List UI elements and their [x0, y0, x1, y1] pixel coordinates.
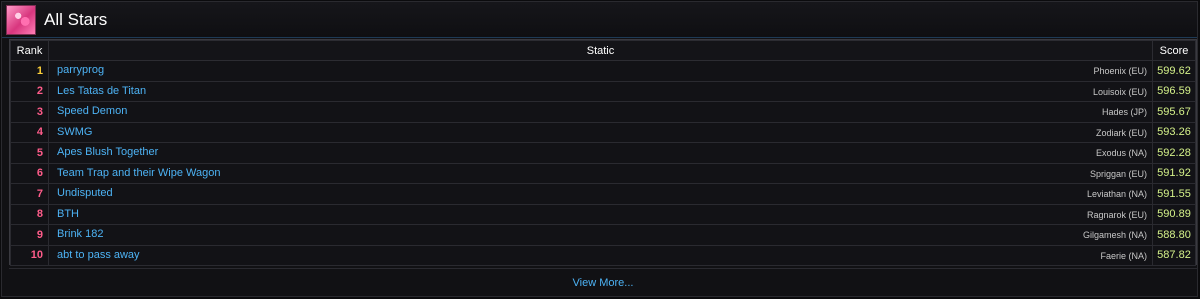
view-more-link[interactable]: View More...: [573, 277, 634, 289]
static-name-link[interactable]: Speed Demon: [57, 105, 127, 117]
table-row[interactable]: 1 parryprog Phoenix (EU) 599.62: [10, 60, 1196, 82]
server-label: Leviathan (NA): [1086, 189, 1147, 199]
score-cell: 591.92: [1152, 162, 1196, 184]
avatar: [6, 5, 36, 35]
server-label: Hades (JP): [1101, 107, 1147, 117]
score-cell: 592.28: [1152, 142, 1196, 164]
server-label: Exodus (NA): [1095, 148, 1147, 158]
column-header-rank[interactable]: Rank: [10, 40, 49, 61]
table-row[interactable]: 5 Apes Blush Together Exodus (NA) 592.28: [10, 142, 1196, 164]
server-label: Gilgamesh (NA): [1082, 230, 1147, 240]
static-cell: Team Trap and their Wipe Wagon Spriggan (…: [48, 162, 1153, 184]
column-header-static[interactable]: Static: [48, 40, 1153, 61]
static-cell: Undisputed Leviathan (NA): [48, 183, 1153, 205]
rank-cell: 6: [10, 162, 49, 184]
rank-cell: 7: [10, 183, 49, 205]
table-footer: View More...: [9, 268, 1197, 297]
static-cell: Apes Blush Together Exodus (NA): [48, 142, 1153, 164]
score-cell: 599.62: [1152, 60, 1196, 82]
static-name-link[interactable]: Les Tatas de Titan: [57, 85, 146, 97]
rank-cell: 1: [10, 60, 49, 82]
server-label: Spriggan (EU): [1089, 168, 1147, 179]
table-row[interactable]: 10 abt to pass away Faerie (NA) 587.82: [10, 244, 1196, 266]
rank-cell: 2: [10, 80, 49, 102]
server-label: Phoenix (EU): [1093, 66, 1147, 76]
static-cell: SWMG Zodiark (EU): [48, 121, 1153, 143]
score-cell: 593.26: [1152, 121, 1196, 143]
server-label: Louisoix (EU): [1092, 86, 1147, 97]
table-row[interactable]: 9 Brink 182 Gilgamesh (NA) 588.80: [10, 224, 1196, 246]
static-name-link[interactable]: Apes Blush Together: [57, 146, 158, 158]
column-header-score[interactable]: Score: [1152, 40, 1196, 61]
score-cell: 595.67: [1152, 101, 1196, 123]
page-title: All Stars: [44, 10, 108, 29]
table-row[interactable]: 8 BTH Ragnarok (EU) 590.89: [10, 203, 1196, 225]
static-name-link[interactable]: Team Trap and their Wipe Wagon: [57, 167, 220, 179]
table-row[interactable]: 6 Team Trap and their Wipe Wagon Spriggan …: [10, 162, 1196, 184]
static-name-link[interactable]: parryprog: [57, 64, 104, 76]
table-row[interactable]: 7 Undisputed Leviathan (NA) 591.55: [10, 183, 1196, 205]
rankings-table: Rank Static Score 1 parryprog Phoenix (EU)…: [9, 39, 1197, 266]
rank-cell: 5: [10, 142, 49, 164]
server-label: Ragnarok (EU): [1086, 209, 1147, 220]
rank-cell: 9: [10, 224, 49, 246]
server-label: Zodiark (EU): [1095, 127, 1147, 138]
score-cell: 590.89: [1152, 203, 1196, 225]
rank-cell: 4: [10, 121, 49, 143]
static-name-link[interactable]: Undisputed: [57, 187, 113, 199]
rank-cell: 10: [10, 244, 49, 266]
static-cell: BTH Ragnarok (EU): [48, 203, 1153, 225]
static-cell: Les Tatas de Titan Louisoix (EU): [48, 80, 1153, 102]
static-cell: abt to pass away Faerie (NA): [48, 244, 1153, 266]
static-name-link[interactable]: abt to pass away: [57, 249, 140, 261]
table-row[interactable]: 2 Les Tatas de Titan Louisoix (EU) 596.59: [10, 80, 1196, 102]
static-cell: Speed Demon Hades (JP): [48, 101, 1153, 123]
score-cell: 596.59: [1152, 80, 1196, 102]
score-cell: 588.80: [1152, 224, 1196, 246]
table-row[interactable]: 3 Speed Demon Hades (JP) 595.67: [10, 101, 1196, 123]
table-row[interactable]: 4 SWMG Zodiark (EU) 593.26: [10, 121, 1196, 143]
static-name-link[interactable]: SWMG: [57, 126, 92, 138]
panel-header: All Stars: [2, 2, 1197, 38]
rank-cell: 3: [10, 101, 49, 123]
server-label: Faerie (NA): [1100, 250, 1147, 261]
table-header-row: Rank Static Score: [10, 40, 1196, 61]
static-name-link[interactable]: BTH: [57, 208, 79, 220]
static-cell: Brink 182 Gilgamesh (NA): [48, 224, 1153, 246]
static-name-link[interactable]: Brink 182: [57, 228, 103, 240]
rank-cell: 8: [10, 203, 49, 225]
score-cell: 587.82: [1152, 244, 1196, 266]
score-cell: 591.55: [1152, 183, 1196, 205]
static-cell: parryprog Phoenix (EU): [48, 60, 1153, 82]
